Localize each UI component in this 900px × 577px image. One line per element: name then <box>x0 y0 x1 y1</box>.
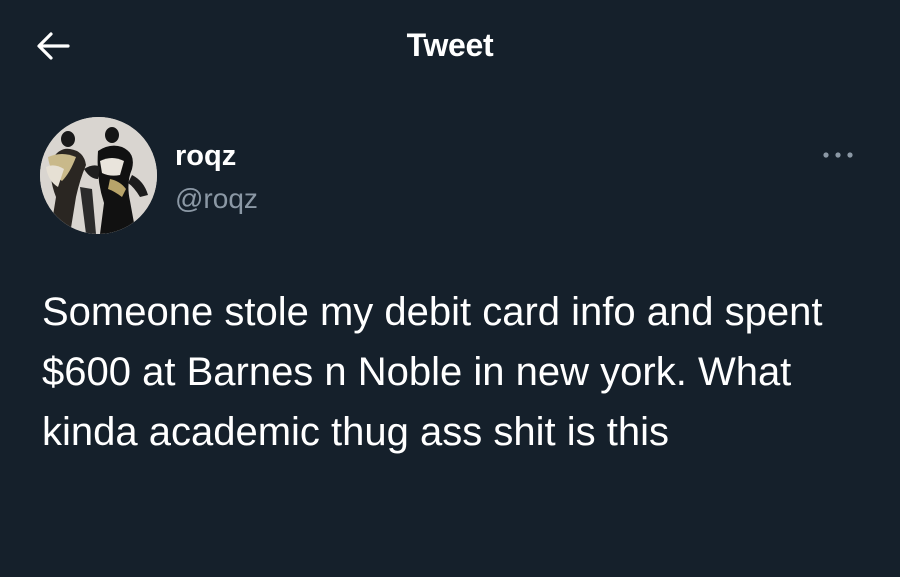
more-horizontal-icon <box>823 152 853 158</box>
tweet-text: Someone stole my debit card info and spe… <box>42 290 834 454</box>
author-handle[interactable]: @roqz <box>175 183 258 215</box>
avatar[interactable] <box>40 117 157 234</box>
avatar-image <box>40 117 157 234</box>
tweet-author: roqz @roqz <box>40 117 860 237</box>
page-title: Tweet <box>406 27 494 63</box>
more-options-button[interactable] <box>820 147 856 163</box>
top-bar: Tweet <box>0 0 900 95</box>
author-display-name[interactable]: roqz <box>175 140 236 173</box>
